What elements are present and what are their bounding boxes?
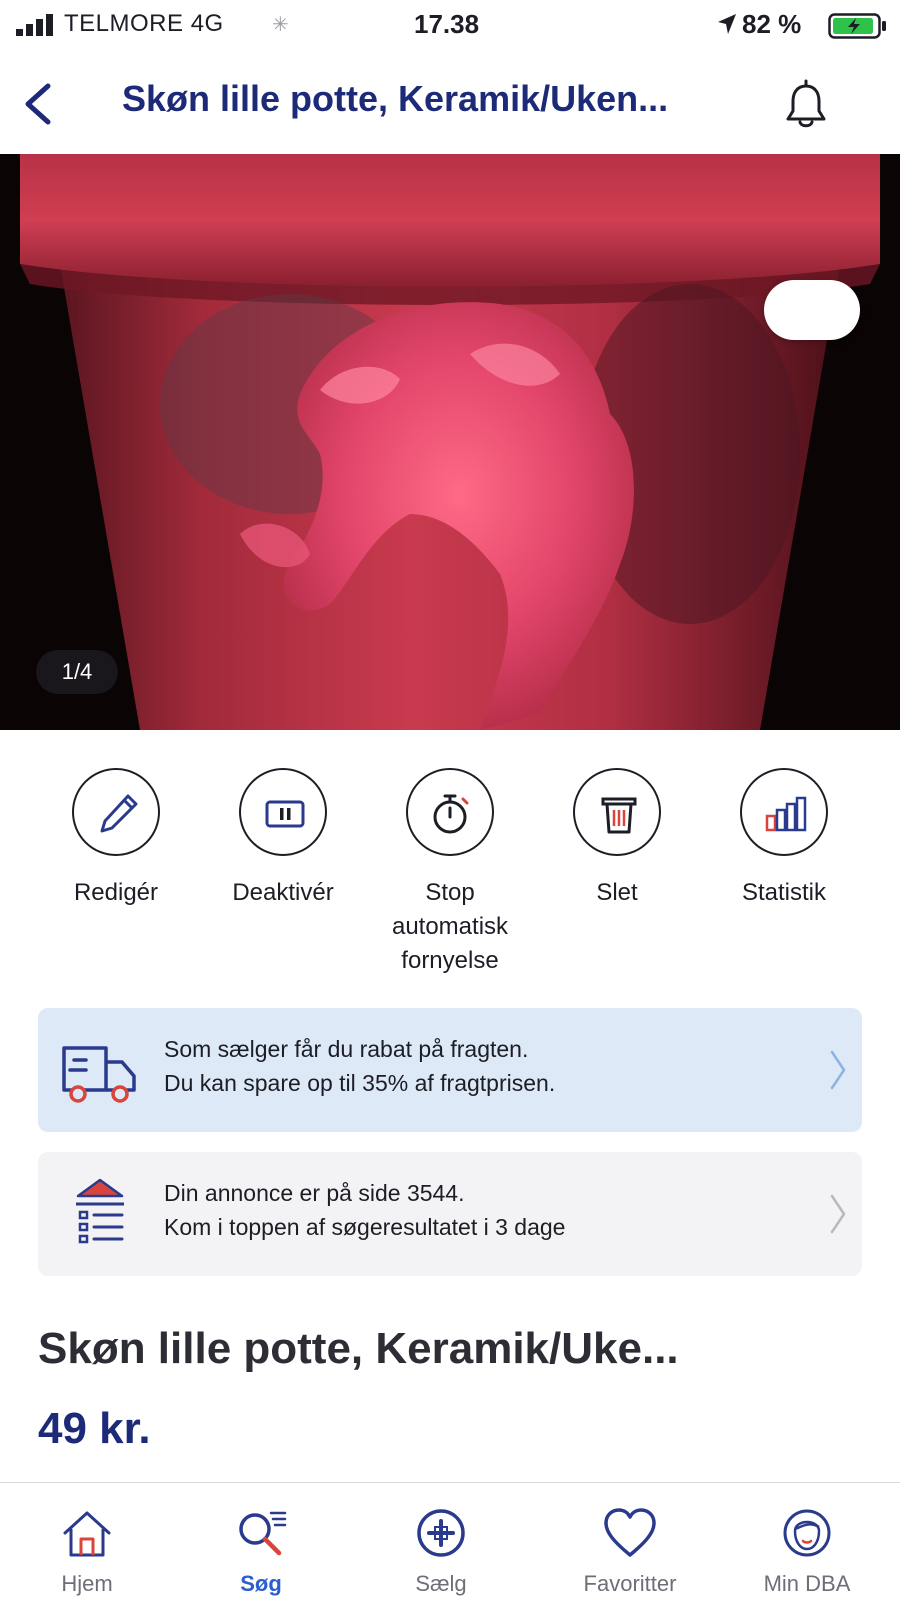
listing-photo[interactable]: 1/4: [0, 154, 900, 730]
statistics-action-circle: [740, 768, 828, 856]
stop-renewal-action-label: Stop automatisk fornyelse: [391, 879, 509, 974]
tab-search-label: Søg: [240, 1571, 282, 1596]
pencil-icon: [100, 794, 138, 833]
pot-photo-image: [0, 154, 900, 730]
edit-action[interactable]: Redigér: [31, 768, 201, 910]
deactivate-action-circle: [239, 768, 327, 856]
heart-icon: [604, 1508, 656, 1557]
shipping-card-line1: Som sælger får du rabat på fragten.: [164, 1036, 529, 1062]
chevron-right-icon: [830, 1194, 846, 1234]
search-icon: [239, 1511, 287, 1556]
tab-favorites-label: Favoritter: [583, 1571, 677, 1596]
pause-icon: [265, 800, 305, 828]
tab-home-label: Hjem: [61, 1571, 113, 1596]
statistics-action[interactable]: Statistik: [699, 768, 869, 910]
deactivate-action-label: Deaktivér: [232, 879, 334, 906]
trash-icon: [601, 797, 637, 834]
stop-renewal-action-circle: [406, 768, 494, 856]
search-rank-card[interactable]: Din annonce er på side 3544. Kom i toppe…: [38, 1152, 862, 1276]
tab-my-dba[interactable]: Min DBA: [727, 1505, 887, 1597]
statistics-action-label: Statistik: [741, 879, 827, 906]
tab-sell[interactable]: Sælg: [361, 1505, 521, 1597]
activity-spinner-icon: ✳: [272, 14, 289, 36]
rank-card-line1: Din annonce er på side 3544.: [164, 1180, 465, 1206]
home-icon: [63, 1511, 111, 1557]
status-time: 17.38: [414, 9, 480, 39]
tab-bar: Hjem Søg Sælg Favoritter Min DBA: [0, 1482, 900, 1600]
delete-action-circle: [573, 768, 661, 856]
tab-home[interactable]: Hjem: [7, 1505, 167, 1597]
back-chevron-icon[interactable]: [18, 80, 58, 128]
stopwatch-icon: [433, 794, 469, 834]
delete-action-label: Slet: [596, 879, 638, 906]
plus-circle-icon: [417, 1509, 465, 1557]
edit-action-circle: [72, 768, 160, 856]
signal-icon: [16, 14, 53, 36]
location-arrow-icon: [718, 14, 736, 34]
listing-price: 49 kr.: [38, 1404, 151, 1453]
deactivate-action[interactable]: Deaktivér: [198, 768, 368, 910]
stop-renewal-action[interactable]: Stop automatisk fornyelse: [365, 768, 535, 978]
status-bar: TELMORE 4G ✳ 17.38 82 %: [0, 0, 900, 50]
tab-favorites[interactable]: Favoritter: [550, 1505, 710, 1597]
listing-actions: Redigér Deaktivér Stop automatisk fornyels…: [0, 768, 900, 978]
shipping-discount-card[interactable]: Som sælger får du rabat på fragten. Du k…: [38, 1008, 862, 1132]
bell-icon[interactable]: [778, 78, 834, 134]
battery-charging-icon: [828, 13, 886, 39]
nav-bar: Skøn lille potte, Keramik/Uken...: [0, 50, 900, 154]
chevron-right-icon: [830, 1050, 846, 1090]
tab-sell-label: Sælg: [415, 1571, 467, 1596]
listing-title: Skøn lille potte, Keramik/Uke...: [38, 1324, 679, 1373]
delivery-truck-icon: [62, 1046, 136, 1103]
photo-counter: 1/4: [36, 650, 118, 694]
profile-icon: [783, 1509, 831, 1557]
shipping-card-line2: Du kan spare op til 35% af fragtprisen.: [164, 1070, 556, 1096]
carrier-label: TELMORE 4G: [64, 10, 224, 37]
bar-chart-icon: [765, 796, 807, 832]
rank-card-line2: Kom i toppen af søgeresultatet i 3 dage: [164, 1214, 566, 1240]
edit-action-label: Redigér: [73, 879, 159, 906]
tab-my-dba-label: Min DBA: [763, 1571, 851, 1596]
photo-share-button[interactable]: [764, 280, 860, 340]
tab-search[interactable]: Søg: [181, 1505, 341, 1597]
battery-percent: 82 %: [742, 9, 802, 39]
nav-title: Skøn lille potte, Keramik/Uken...: [122, 78, 669, 119]
rank-list-icon: [76, 1178, 124, 1244]
delete-action[interactable]: Slet: [532, 768, 702, 910]
